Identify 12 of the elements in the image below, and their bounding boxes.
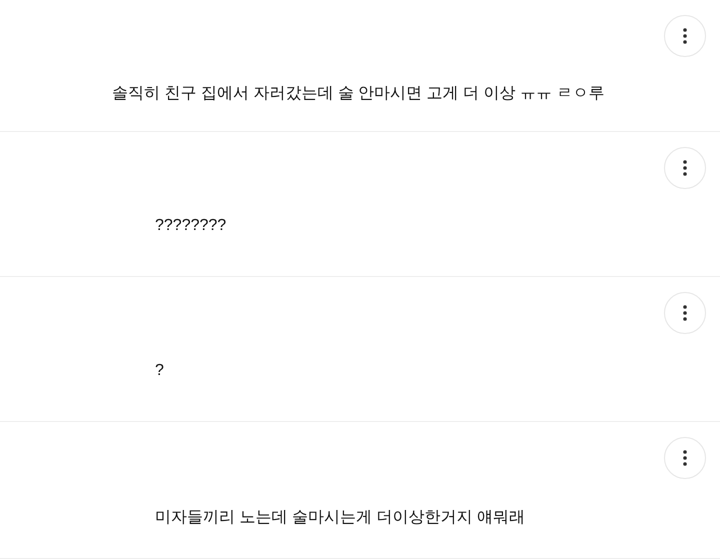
more-icon: [683, 305, 687, 321]
more-icon: [683, 450, 687, 466]
more-options-button[interactable]: [664, 437, 706, 479]
comment-text: ?: [155, 361, 164, 381]
more-options-button[interactable]: [664, 147, 706, 189]
comment-text: 솔직히 친구 집에서 자러갔는데 술 안마시면 고게 더 이상 ㅠㅠ ㄹㅇ루: [112, 84, 604, 104]
comment-text: 미자들끼리 노는데 술마시는게 더이상한거지 얘뭐래: [155, 508, 525, 528]
more-icon: [683, 160, 687, 176]
more-options-button[interactable]: [664, 15, 706, 57]
more-icon: [683, 28, 687, 44]
comment-text: ????????: [155, 216, 226, 236]
more-options-button[interactable]: [664, 292, 706, 334]
